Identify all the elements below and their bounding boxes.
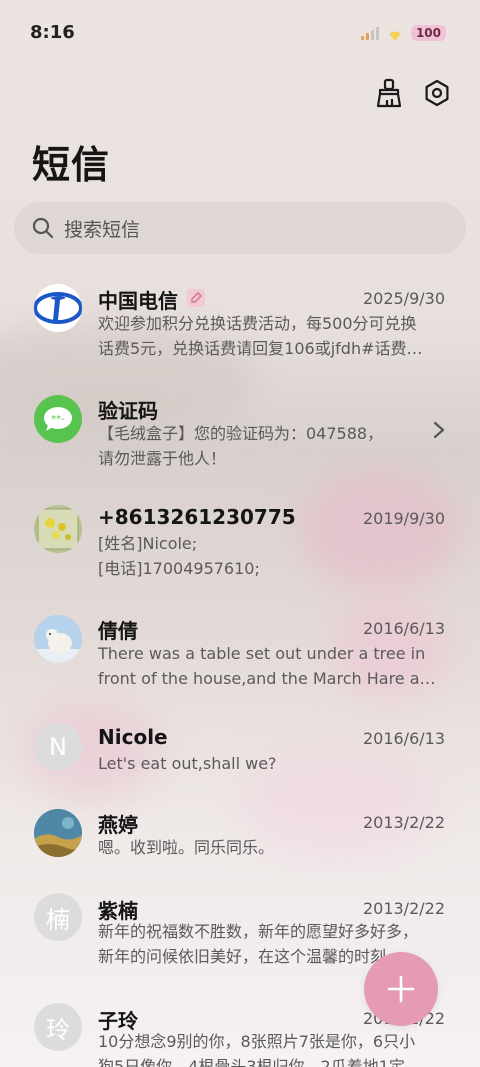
letter-avatar: 楠 (34, 893, 82, 941)
clean-button[interactable] (374, 78, 404, 108)
preview-line: 请勿泄露于他人！ (98, 449, 227, 468)
svg-text:**-: **- (51, 414, 65, 425)
preview-line: 欢迎参加积分兑换话费活动，每500分可兑换 (98, 314, 417, 333)
preview-line: 新年的祝福数不胜数，新年的愿望好多好多， (98, 922, 419, 941)
china-telecom-logo (34, 284, 82, 332)
edit-badge-icon (187, 289, 205, 307)
new-message-button[interactable] (364, 952, 438, 1026)
message-date: 2019/9/30 (362, 509, 445, 528)
preview-line: 【毛绒盒子】您的验证码为：047588， (98, 424, 384, 443)
polar-bear-photo (34, 615, 82, 663)
preview-line: [姓名]Nicole; (98, 534, 198, 553)
message-date: 2025/9/30 (362, 289, 445, 308)
contact-name: 验证码 (98, 399, 158, 423)
message-date: 2016/6/13 (362, 619, 445, 638)
message-preview: There was a table set out under a tree i… (98, 641, 444, 691)
settings-button[interactable] (422, 78, 452, 108)
preview-line: 10分想念9别的你，8张照片7张是你，6只小 (98, 1032, 416, 1051)
contact-name: Nicole (98, 725, 168, 749)
preview-line: [电话]17004957610; (98, 559, 260, 578)
broom-icon (376, 78, 402, 108)
status-icons: 100 (360, 25, 446, 41)
search-bar[interactable]: 搜索短信 (14, 202, 466, 254)
message-item[interactable]: 倩倩 2016/6/13 There was a table set out u… (0, 598, 480, 708)
message-bubble-icon: **- (34, 395, 82, 443)
message-preview: 10分想念9别的你，8张照片7张是你，6只小 狗5日像你，4根骨头3根归你，2瓜… (98, 1029, 444, 1067)
plus-icon (387, 975, 415, 1003)
message-preview: 嗯。收到啦。同乐同乐。 (98, 835, 444, 860)
signal-icon (360, 26, 379, 40)
message-preview: 欢迎参加积分兑换话费活动，每500分可兑换 话费5元，兑换话费请回复106或jf… (98, 311, 444, 361)
landscape-photo (34, 809, 82, 857)
message-preview: Let's eat out,shall we? (98, 751, 444, 776)
wifi-icon (387, 27, 403, 41)
battery-badge: 100 (410, 25, 446, 41)
preview-line: There was a table set out under a tree i… (98, 644, 426, 663)
letter-avatar: 玲 (34, 1003, 82, 1051)
preview-line: 嗯。收到啦。同乐同乐。 (98, 838, 275, 857)
search-placeholder: 搜索短信 (64, 218, 141, 241)
search-icon (32, 217, 54, 239)
preview-line: 话费5元，兑换话费请回复106或jfdh#话费… (98, 339, 423, 358)
message-item[interactable]: **- 验证码 【毛绒盒子】您的验证码为：047588， 请勿泄露于他人！ (0, 378, 480, 488)
preview-line: front of the house,and the March Hare an… (98, 669, 444, 688)
gear-icon (425, 79, 449, 107)
message-item[interactable]: +8613261230775 2019/9/30 [姓名]Nicole; [电话… (0, 488, 480, 598)
message-item[interactable]: 中国电信 2025/9/30 欢迎参加积分兑换话费活动，每500分可兑换 话费5… (0, 268, 480, 378)
flowers-photo (34, 505, 82, 553)
contact-name: +8613261230775 (98, 505, 296, 529)
contact-name: 中国电信 (98, 289, 178, 313)
page-title: 短信 (32, 143, 111, 187)
preview-line: Let's eat out,shall we? (98, 754, 277, 773)
message-date: 2016/6/13 (362, 729, 445, 748)
message-preview: 【毛绒盒子】您的验证码为：047588， 请勿泄露于他人！ (98, 421, 444, 471)
message-item[interactable]: 燕婷 2013/2/22 嗯。收到啦。同乐同乐。 (0, 798, 480, 908)
message-preview: [姓名]Nicole; [电话]17004957610; (98, 531, 444, 581)
letter-avatar: N (34, 723, 82, 771)
contact-name: 倩倩 (98, 619, 138, 643)
message-date: 2013/2/22 (362, 813, 445, 832)
contact-name: 燕婷 (98, 813, 138, 837)
header-actions (374, 78, 452, 108)
preview-line: 狗5日像你，4根骨头3根归你，2瓜着地1定… (98, 1057, 421, 1067)
chevron-right-icon[interactable] (432, 420, 446, 440)
status-time: 8:16 (30, 22, 75, 43)
status-bar: 8:16 100 (0, 0, 480, 68)
message-date: 2013/2/22 (362, 899, 445, 918)
